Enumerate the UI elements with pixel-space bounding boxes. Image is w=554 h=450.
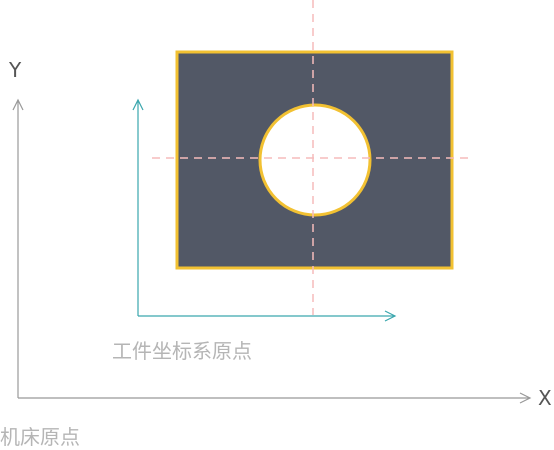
coordinate-system-diagram — [12, 0, 532, 404]
diagram-canvas: Y X 工件坐标系原点 机床原点 — [0, 0, 554, 450]
machine-y-axis-label: Y — [9, 58, 22, 82]
workpiece-hole — [258, 103, 372, 217]
machine-origin-label: 机床原点 — [0, 425, 80, 449]
workpiece-origin-label: 工件坐标系原点 — [112, 339, 252, 363]
machine-x-axis-label: X — [538, 386, 552, 410]
